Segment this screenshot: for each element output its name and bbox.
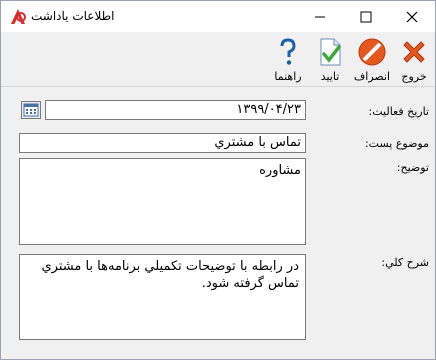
app-logo-icon	[11, 9, 26, 24]
confirm-button[interactable]: تایید	[309, 36, 351, 84]
subject-label: موضوع پست:	[364, 137, 429, 150]
summary-label: شرح کلي:	[381, 256, 429, 269]
title-bar: اطلاعات یاداشت	[1, 1, 435, 32]
question-mark-icon	[280, 38, 296, 65]
description-textarea[interactable]: مشاوره	[19, 158, 306, 245]
toolbar-divider	[1, 86, 435, 87]
close-window-button[interactable]	[389, 1, 435, 32]
window-title: اطلاعات یاداشت	[31, 9, 115, 23]
close-icon	[406, 11, 418, 22]
no-entry-icon	[358, 38, 386, 66]
description-label: توضیح:	[396, 161, 429, 174]
note-info-window: اطلاعات یاداشت خروج انصراف تایید راهنما …	[0, 0, 436, 360]
cancel-label: انصراف	[353, 70, 391, 83]
exit-label: خروج	[401, 70, 427, 83]
activity-date-input[interactable]: ۱۳۹۹/۰۴/۲۳	[45, 100, 306, 120]
subject-input[interactable]: تماس با مشتري	[19, 133, 306, 153]
confirm-label: تایید	[320, 70, 340, 83]
minimize-button[interactable]	[297, 1, 343, 32]
summary-textarea[interactable]: در رابطه با توضيحات تکميلي برنامه‌ها با …	[19, 254, 306, 340]
help-button[interactable]: راهنما	[267, 36, 309, 84]
minimize-icon	[315, 16, 325, 17]
activity-date-label: تاریخ فعالیت:	[368, 105, 429, 118]
maximize-icon	[360, 11, 372, 22]
help-label: راهنما	[274, 70, 302, 83]
cancel-button[interactable]: انصراف	[351, 36, 393, 84]
toolbar: خروج انصراف تایید راهنما	[1, 32, 435, 86]
document-check-icon	[320, 38, 341, 66]
close-x-icon	[403, 41, 425, 63]
exit-button[interactable]: خروج	[393, 36, 435, 84]
calendar-icon[interactable]	[21, 101, 41, 119]
maximize-button[interactable]	[343, 1, 389, 32]
